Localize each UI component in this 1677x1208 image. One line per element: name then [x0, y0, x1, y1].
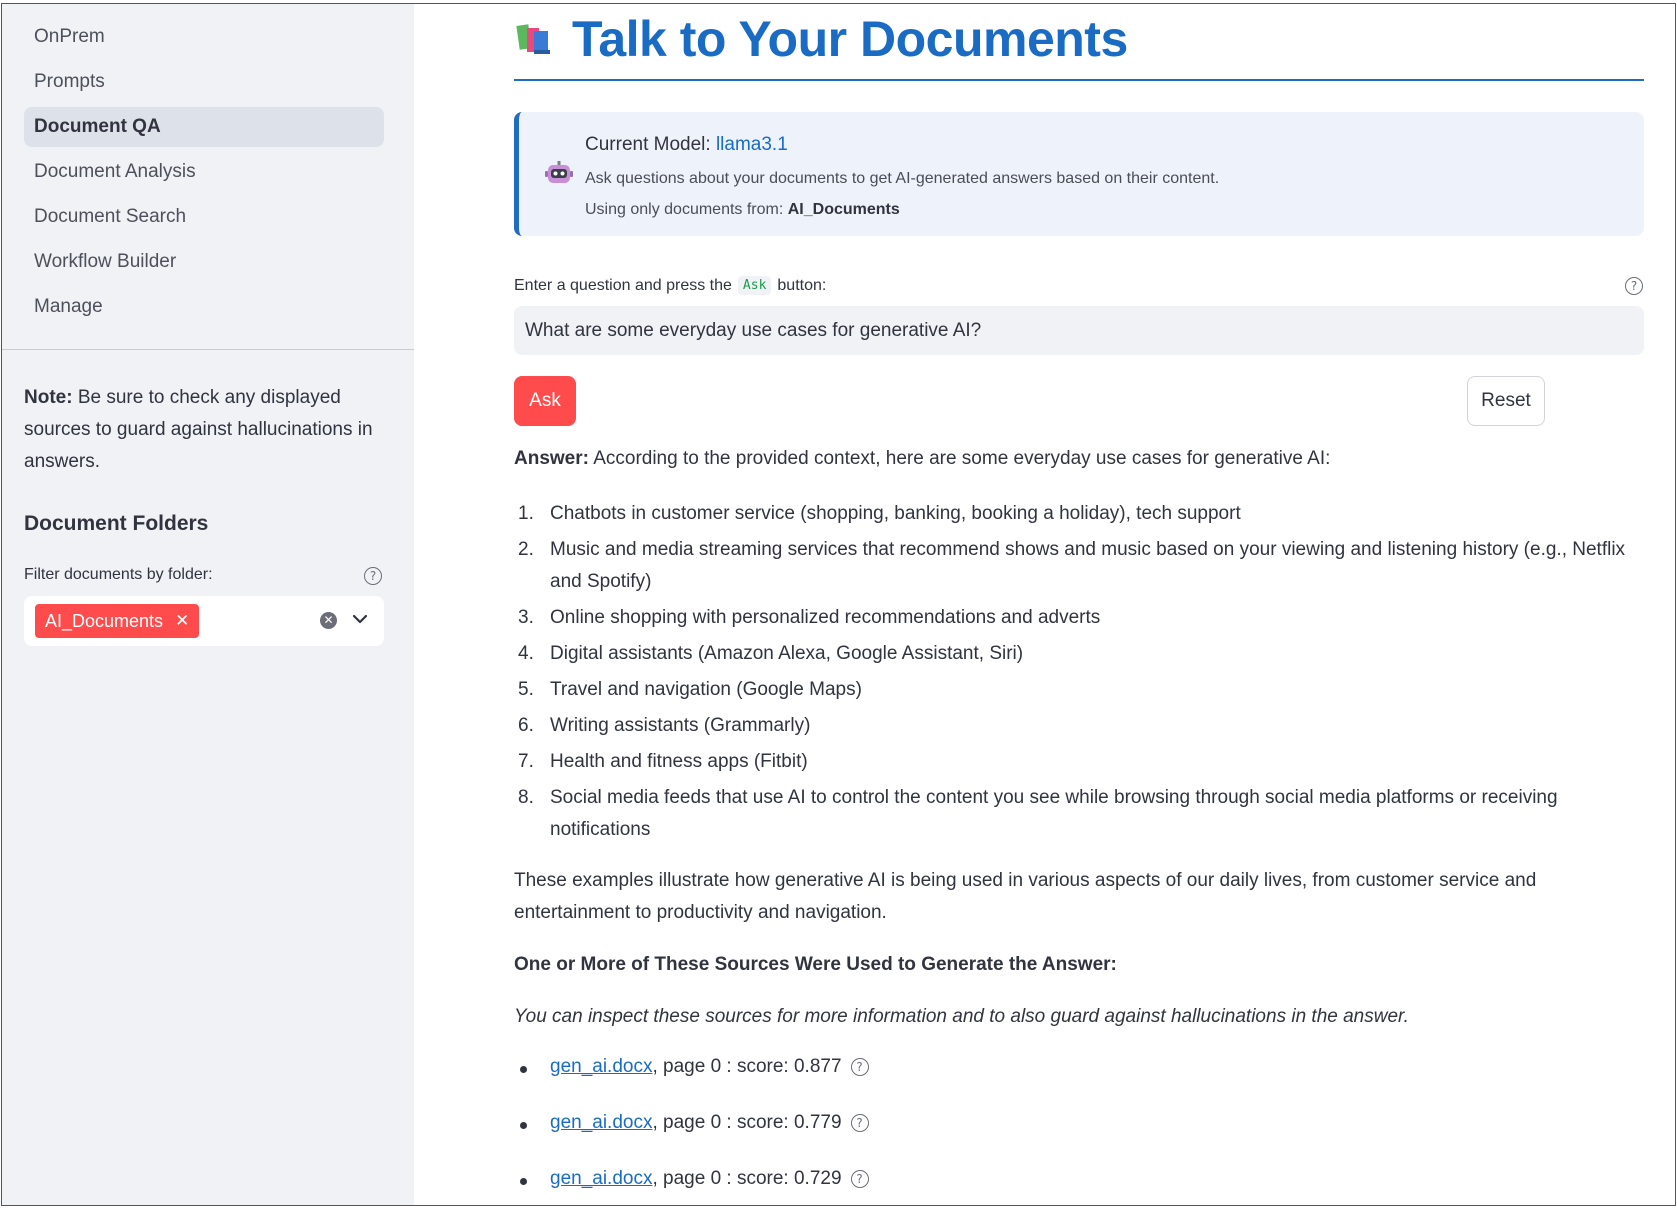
list-item: 4. Digital assistants (Amazon Alexa, Goog… [518, 643, 1024, 664]
sidebar-divider [2, 349, 414, 350]
help-icon[interactable]: ? [364, 567, 382, 585]
answer-intro: Answer: According to the provided contex… [514, 448, 1649, 470]
folder-chip-label: AI_Documents [45, 611, 164, 631]
source-link[interactable]: gen_ai.docx [550, 1168, 652, 1190]
list-item: 5. Travel and navigation (Google Maps) [518, 679, 862, 700]
answer-list: 1. Chatbots in customer service (shopping… [514, 498, 1649, 850]
bullet [520, 1066, 527, 1073]
source-item: gen_ai.docx , page 0 : score: 0.779 ? [514, 1112, 869, 1168]
help-icon[interactable]: ? [1625, 277, 1643, 295]
list-item-text: Writing assistants (Grammarly) [550, 715, 811, 736]
sidebar-item-manage[interactable]: Manage [24, 287, 384, 327]
clear-icon[interactable]: ✕ [320, 612, 337, 629]
list-item-text: Social media feeds that use AI to contro… [550, 787, 1558, 840]
sources-heading: One or More of These Sources Were Used t… [514, 954, 1117, 975]
source-item: gen_ai.docx , page 0 : score: 0.877 ? [514, 1056, 869, 1112]
title-underline [514, 79, 1644, 81]
question-label-code: Ask [737, 276, 772, 295]
source-item: gen_ai.docx , page 0 : score: 0.729 ? [514, 1168, 869, 1205]
list-item: 3. Online shopping with personalized reco… [518, 607, 1101, 628]
app-window: OnPrem Prompts Document QA Document Anal… [1, 3, 1676, 1206]
list-item-text: Chatbots in customer service (shopping, … [550, 503, 1241, 524]
info-folder-line: Using only documents from: AI_Documents [585, 201, 900, 219]
sidebar-item-document-analysis[interactable]: Document Analysis [24, 152, 384, 192]
source-link[interactable]: gen_ai.docx [550, 1056, 652, 1078]
list-item-text: Digital assistants (Amazon Alexa, Google… [550, 643, 1024, 664]
help-icon[interactable]: ? [850, 1170, 869, 1188]
info-description: Ask questions about your documents to ge… [585, 170, 1220, 187]
title-row: Talk to Your Documents [514, 10, 1128, 68]
folder-prefix: Using only documents from: [585, 201, 788, 218]
answer-intro-text: According to the provided context, here … [588, 448, 1331, 469]
sidebar: OnPrem Prompts Document QA Document Anal… [2, 4, 414, 1205]
list-item-text: Travel and navigation (Google Maps) [550, 679, 862, 700]
robot-icon [545, 161, 573, 183]
folder-chip: AI_Documents ✕ [35, 604, 200, 638]
model-info-box: Current Model: llama3.1 Ask questions ab… [514, 112, 1644, 236]
sources-list: gen_ai.docx , page 0 : score: 0.877 ? ge… [514, 1056, 869, 1205]
document-folders-heading: Document Folders [24, 512, 209, 535]
list-item: 8. Social media feeds that use AI to cont… [518, 787, 1558, 840]
sidebar-item-document-search[interactable]: Document Search [24, 197, 384, 237]
books-icon [516, 24, 550, 54]
bullet [520, 1178, 527, 1185]
note-text: Be sure to check any displayed sources t… [24, 387, 373, 472]
list-item: 1. Chatbots in customer service (shopping… [518, 503, 1241, 524]
list-item-text: Music and media streaming services that … [550, 539, 1626, 592]
chevron-down-icon[interactable] [350, 609, 370, 629]
question-label-after: button: [777, 276, 827, 294]
list-item: 6. Writing assistants (Grammarly) [518, 715, 811, 736]
sidebar-item-document-qa[interactable]: Document QA [24, 107, 384, 147]
list-item-text: Online shopping with personalized recomm… [550, 607, 1101, 628]
answer-label: Answer: [514, 448, 589, 469]
question-label: Enter a question and press the Ask butto… [514, 276, 826, 295]
folder-filter-label: Filter documents by folder: [24, 566, 213, 583]
sidebar-note: Note: Be sure to check any displayed sou… [24, 382, 384, 478]
list-item-text: Health and fitness apps (Fitbit) [550, 751, 808, 772]
ask-button[interactable]: Ask [514, 376, 576, 426]
folder-multiselect[interactable]: AI_Documents ✕ ✕ [24, 596, 384, 646]
sidebar-nav: OnPrem Prompts Document QA Document Anal… [2, 4, 414, 327]
note-label: Note: [24, 387, 73, 408]
sidebar-item-prompts[interactable]: Prompts [24, 62, 384, 102]
question-input[interactable] [514, 306, 1644, 355]
folder-value: AI_Documents [787, 201, 900, 218]
main-content: Talk to Your Documents Current Model: ll… [414, 4, 1675, 1205]
model-value: llama3.1 [715, 134, 788, 155]
answer-summary: These examples illustrate how generative… [514, 870, 1537, 923]
help-icon[interactable]: ? [850, 1114, 869, 1132]
source-detail: , page 0 : score: 0.729 [652, 1168, 842, 1189]
list-item: 2. Music and media streaming services tha… [518, 539, 1626, 592]
list-item: 7. Health and fitness apps (Fitbit) [518, 751, 808, 772]
bullet [520, 1122, 527, 1129]
page-title: Talk to Your Documents [572, 11, 1128, 67]
close-icon[interactable]: ✕ [175, 604, 189, 638]
help-icon[interactable]: ? [850, 1058, 869, 1076]
source-link[interactable]: gen_ai.docx [550, 1112, 652, 1134]
question-label-before: Enter a question and press the [514, 276, 732, 294]
current-model-line: Current Model: llama3.1 [585, 134, 788, 156]
sources-note: You can inspect these sources for more i… [514, 1006, 1409, 1027]
reset-button[interactable]: Reset [1467, 376, 1545, 426]
sidebar-item-workflow-builder[interactable]: Workflow Builder [24, 242, 384, 282]
source-detail: , page 0 : score: 0.877 [652, 1056, 842, 1077]
model-label: Current Model: [585, 134, 716, 155]
source-detail: , page 0 : score: 0.779 [652, 1112, 842, 1133]
sidebar-item-onprem[interactable]: OnPrem [24, 17, 384, 57]
